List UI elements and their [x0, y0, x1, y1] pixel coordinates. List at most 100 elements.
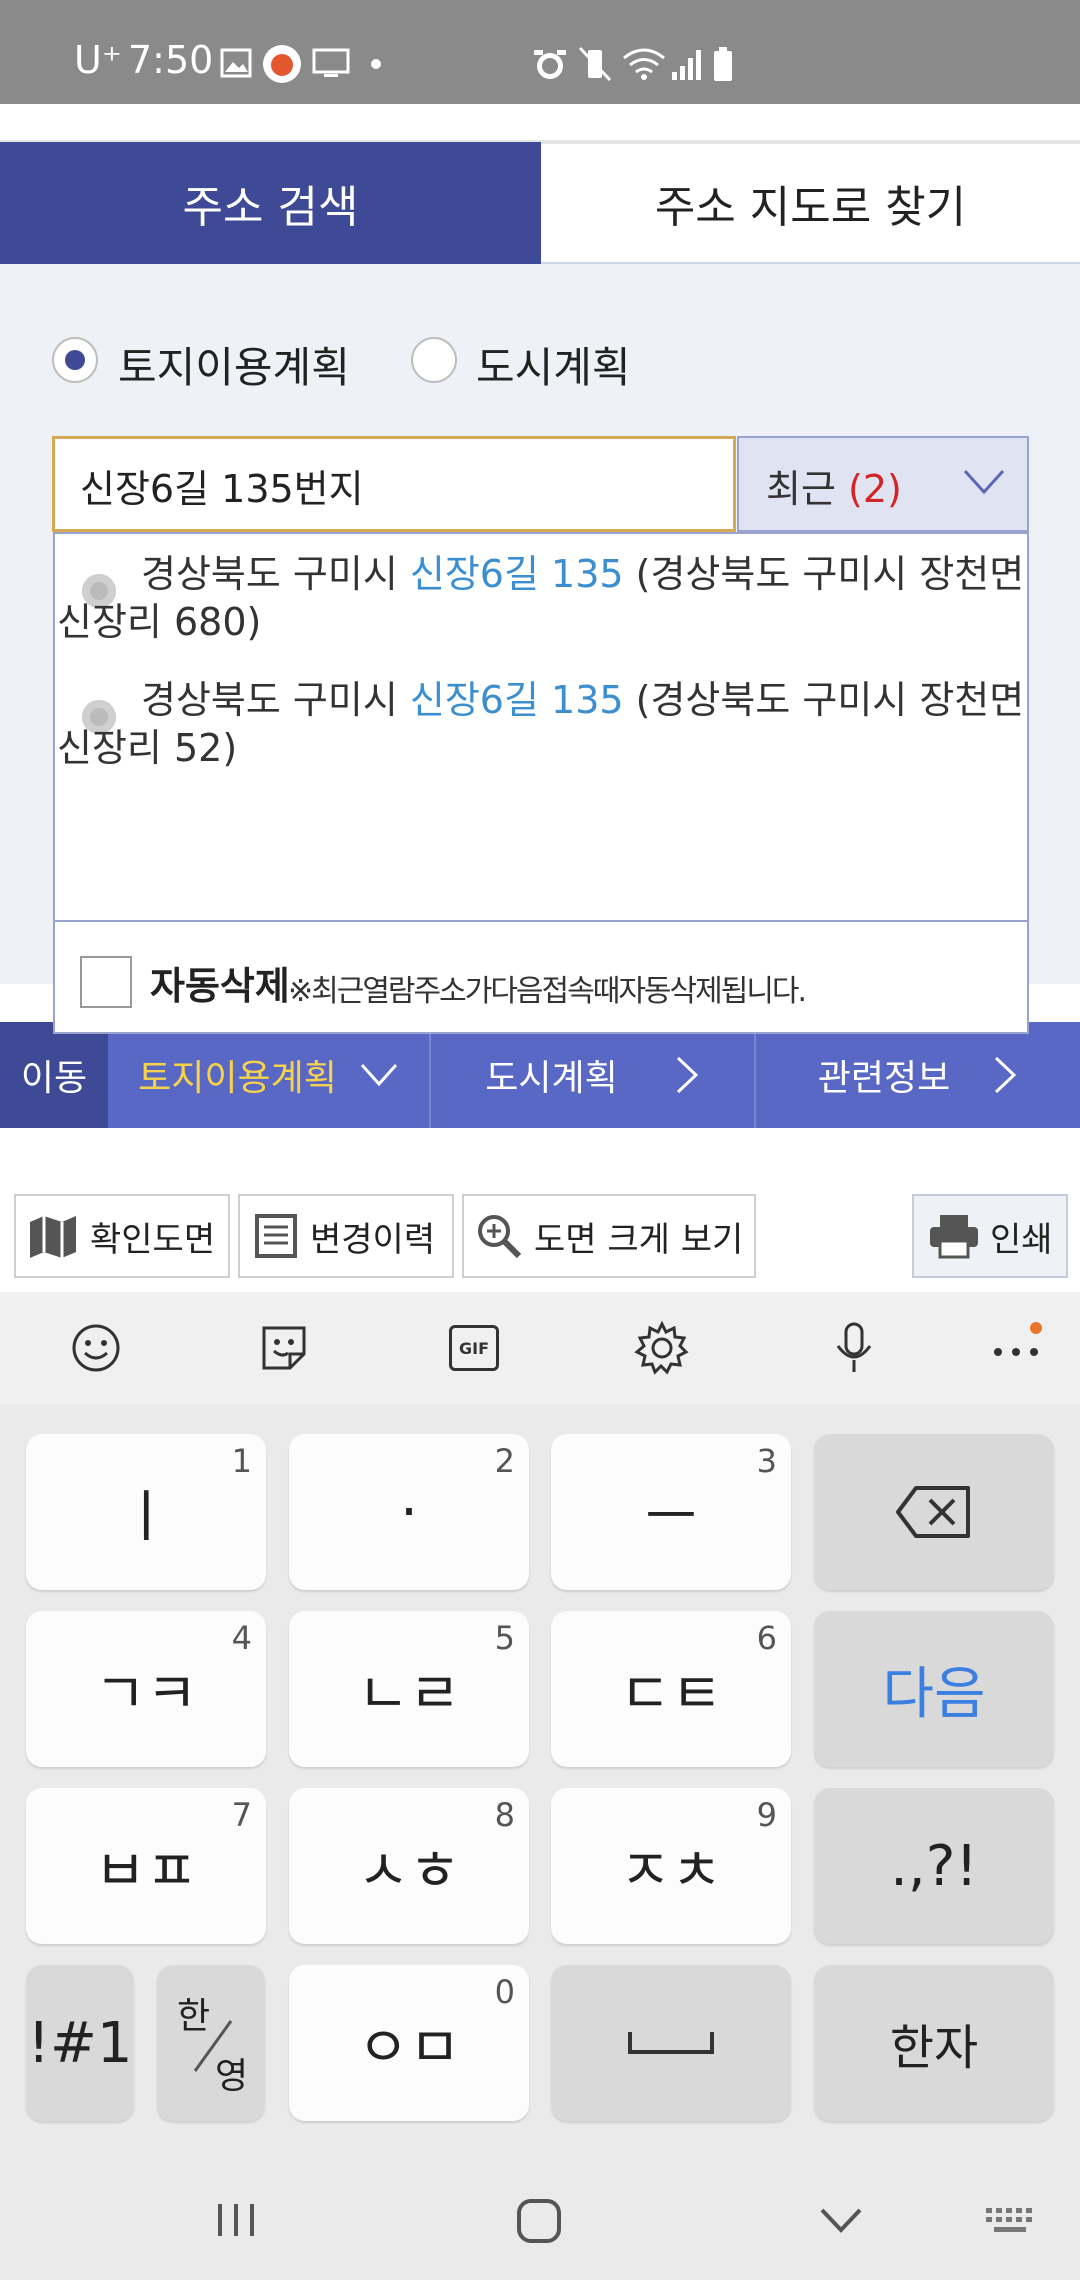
map-check-label: 확인도면 — [90, 1219, 216, 1260]
key-eu[interactable]: 3ㅡ — [551, 1434, 791, 1590]
chevron-down-icon[interactable] — [962, 468, 1006, 496]
monitor-icon — [312, 48, 350, 77]
backspace-key[interactable] — [814, 1434, 1054, 1590]
next-key[interactable]: 다음 — [814, 1611, 1054, 1767]
key-digeut[interactable]: 6 ㄷㅌ — [551, 1611, 791, 1767]
symbols-key[interactable]: !#1 — [26, 1965, 134, 2121]
key-label: ㅣ — [120, 1484, 172, 1550]
image-icon — [220, 48, 252, 78]
gif-button[interactable]: GIF — [446, 1320, 502, 1376]
search-input-value: 신장6길 135번지 — [80, 467, 364, 511]
result-prefix: 경상북도 구미시 — [141, 552, 410, 596]
recent-count: (2) — [848, 467, 902, 511]
alarm-icon — [534, 50, 566, 79]
mic-icon[interactable] — [826, 1320, 882, 1376]
key-label: ㅡ — [645, 1484, 697, 1550]
key-label: ㄷㅌ — [619, 1661, 723, 1727]
auto-delete-title: 자동삭제 — [150, 964, 290, 1008]
key-number: 2 — [494, 1442, 515, 1480]
keyboard-toolbar — [0, 1292, 1080, 1404]
key-number: 1 — [231, 1442, 252, 1480]
vibrate-icon — [578, 46, 612, 82]
tab-address-map[interactable]: 주소 지도로 찾기 — [541, 142, 1080, 264]
sticker-icon[interactable] — [256, 1320, 312, 1376]
nav-city-plan[interactable]: 도시계획 — [431, 1022, 756, 1128]
wifi-icon — [623, 48, 665, 80]
key-label: ㅈㅊ — [619, 1838, 723, 1904]
key-number: 9 — [756, 1796, 777, 1834]
key-siot[interactable]: 8 ㅅㅎ — [289, 1788, 529, 1944]
key-label: ㅅㅎ — [357, 1838, 461, 1904]
result-suffix: (경상북도 구미시 장천면 — [623, 678, 1025, 722]
radio-land-use[interactable] — [52, 337, 98, 383]
carrier-label: U⁺ — [74, 38, 122, 82]
key-giyeok[interactable]: 4 ㄱㅋ — [26, 1611, 266, 1767]
result-prefix: 경상북도 구미시 — [141, 678, 410, 722]
key-number: 0 — [494, 1973, 515, 2011]
nav-related-info[interactable]: 관련정보 — [756, 1022, 1080, 1128]
printer-icon — [930, 1215, 978, 1259]
history-button[interactable]: 변경이력 — [238, 1194, 454, 1278]
signal-icon — [672, 50, 701, 80]
key-label: · — [400, 1479, 418, 1545]
list-item[interactable]: 경상북도 구미시 신장6길 135 (경상북도 구미시 장천면 신장리 52) — [57, 676, 1024, 772]
tab-address-search[interactable]: 주소 검색 — [0, 142, 541, 264]
punctuation-key[interactable]: .,?! — [814, 1788, 1054, 1944]
home-icon[interactable] — [516, 2198, 562, 2244]
space-key[interactable] — [551, 1965, 791, 2121]
dot-icon — [371, 59, 381, 69]
recent-label: 최근 (2) — [766, 458, 902, 513]
keyboard-icon[interactable] — [984, 2206, 1038, 2236]
chevron-right-icon — [676, 1056, 698, 1094]
key-bieup[interactable]: 7 ㅂㅍ — [26, 1788, 266, 1944]
settings-icon[interactable] — [634, 1320, 690, 1376]
print-button[interactable]: 인쇄 — [912, 1194, 1068, 1278]
recent-label-text: 최근 — [766, 467, 836, 511]
key-number: 3 — [756, 1442, 777, 1480]
zoom-in-icon — [478, 1215, 522, 1259]
key-nieun[interactable]: 5 ㄴㄹ — [289, 1611, 529, 1767]
key-label: ㄱㅋ — [94, 1661, 198, 1727]
radio-land-use-label[interactable]: 토지이용계획 — [118, 334, 350, 395]
result-highlight: 신장6길 135 — [409, 552, 624, 596]
key-dot[interactable]: 2 · — [289, 1434, 529, 1590]
emoji-icon[interactable] — [68, 1320, 124, 1376]
document-icon — [255, 1214, 297, 1258]
zoom-map-button[interactable]: 도면 크게 보기 — [462, 1194, 756, 1278]
nav-land-use[interactable]: 토지이용계획 — [108, 1022, 431, 1128]
chevron-right-icon — [995, 1056, 1017, 1094]
fox-app-icon — [263, 45, 301, 83]
gif-icon: GIF — [449, 1325, 499, 1371]
battery-icon — [714, 47, 732, 81]
more-icon[interactable] — [988, 1320, 1044, 1376]
key-i[interactable]: 1ㅣ — [26, 1434, 266, 1590]
auto-delete-note: ※최근열람주소가다음접속때자동삭제됩니다. — [288, 974, 807, 1009]
result-line2: 신장리 680) — [57, 600, 262, 644]
radio-city-plan-label[interactable]: 도시계획 — [476, 334, 631, 395]
recents-icon[interactable] — [214, 2200, 258, 2240]
hanja-key[interactable]: 한자 — [814, 1965, 1054, 2121]
nav-move-button[interactable]: 이동 — [0, 1022, 108, 1128]
key-label: ㄴㄹ — [357, 1661, 461, 1727]
space-icon — [628, 2032, 714, 2054]
key-number: 7 — [231, 1796, 252, 1834]
language-key[interactable]: 한 영 — [157, 1965, 265, 2121]
key-number: 5 — [494, 1619, 515, 1657]
print-label: 인쇄 — [990, 1219, 1053, 1260]
result-suffix: (경상북도 구미시 장천면 — [623, 552, 1025, 596]
nav-city-plan-label: 도시계획 — [485, 1058, 618, 1099]
back-icon[interactable] — [818, 2206, 864, 2236]
zoom-map-label: 도면 크게 보기 — [534, 1219, 744, 1260]
header-spacer — [0, 104, 1080, 142]
key-number: 4 — [231, 1619, 252, 1657]
nav-land-use-label: 토지이용계획 — [138, 1058, 337, 1099]
map-check-button[interactable]: 확인도면 — [14, 1194, 230, 1278]
key-jieut[interactable]: 9 ㅈㅊ — [551, 1788, 791, 1944]
list-item[interactable]: 경상북도 구미시 신장6길 135 (경상북도 구미시 장천면 신장리 680) — [57, 550, 1024, 646]
auto-delete-checkbox[interactable] — [80, 956, 132, 1008]
key-ieung[interactable]: 0 ㅇㅁ — [289, 1965, 529, 2121]
nav-related-info-label: 관련정보 — [817, 1058, 951, 1099]
chevron-down-icon — [360, 1063, 397, 1087]
result-highlight: 신장6길 135 — [409, 678, 624, 722]
radio-city-plan[interactable] — [411, 337, 457, 383]
